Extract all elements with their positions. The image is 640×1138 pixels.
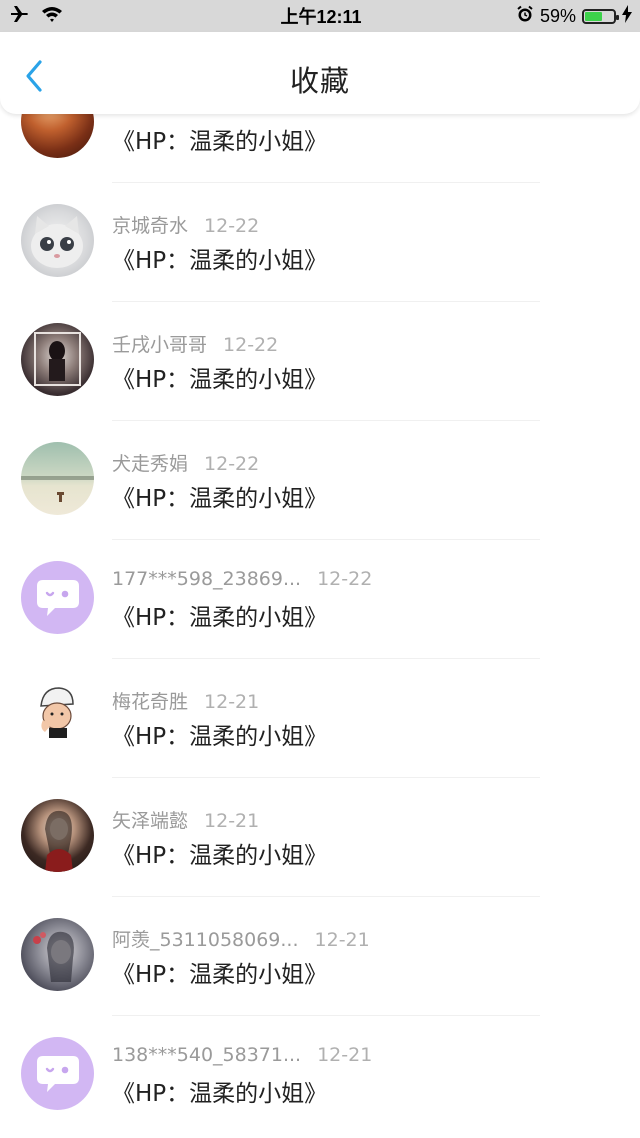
photo-image [34, 332, 81, 386]
landscape-image [21, 476, 94, 502]
item-username: 177***598_23869... [112, 568, 302, 590]
favorites-list: 《HP：温柔的小姐》 京城奇水 12-22 《HP：温柔的小姐》 壬戌小哥哥 1… [0, 64, 640, 1135]
item-meta: 阿羡_5311058069... 12-21 [112, 925, 370, 952]
charging-icon [621, 4, 632, 28]
list-item[interactable]: 阿羡_5311058069... 12-21 《HP：温柔的小姐》 [0, 897, 640, 1016]
avatar[interactable] [21, 799, 94, 872]
item-title: 《HP：温柔的小姐》 [112, 486, 328, 512]
nav-bar: 收藏 [0, 32, 640, 114]
item-meta: 犬走秀娟 12-22 [112, 449, 259, 476]
alarm-icon [516, 5, 534, 28]
item-username: 京城奇水 [112, 215, 189, 237]
airplane-icon [10, 5, 30, 28]
item-title: 《HP：温柔的小姐》 [112, 367, 328, 393]
item-date: 12-22 [204, 453, 260, 475]
item-username: 犬走秀娟 [112, 453, 189, 475]
status-bar: 上午12:11 59% [0, 0, 640, 32]
portrait-image [33, 931, 74, 982]
page-title: 收藏 [289, 64, 350, 98]
battery-icon [581, 8, 619, 24]
item-username: 梅花奇胜 [112, 691, 189, 713]
list-item[interactable]: 梅花奇胜 12-21 《HP：温柔的小姐》 [0, 659, 640, 778]
list-item[interactable]: 犬走秀娟 12-22 《HP：温柔的小姐》 [0, 421, 640, 540]
item-username: 138***540_58371... [112, 1044, 302, 1066]
item-title: 《HP：温柔的小姐》 [112, 129, 328, 155]
item-meta: 矢泽端懿 12-21 [112, 806, 259, 833]
avatar[interactable] [21, 204, 94, 277]
cartoon-image [40, 687, 74, 738]
list-item[interactable]: 京城奇水 12-22 《HP：温柔的小姐》 [0, 183, 640, 302]
cat-face-image [31, 216, 83, 268]
avatar[interactable] [21, 323, 94, 396]
chat-bubble-icon [36, 1055, 79, 1092]
item-username: 壬戌小哥哥 [112, 334, 208, 356]
status-time: 上午12:11 [280, 7, 362, 27]
list-item[interactable]: 壬戌小哥哥 12-22 《HP：温柔的小姐》 [0, 302, 640, 421]
item-username: 阿羡_5311058069... [112, 929, 299, 951]
chat-bubble-icon [36, 579, 79, 616]
item-date: 12-21 [204, 691, 260, 713]
item-title: 《HP：温柔的小姐》 [112, 724, 328, 750]
item-date: 12-22 [223, 334, 279, 356]
item-title: 《HP：温柔的小姐》 [112, 248, 328, 274]
item-meta: 177***598_23869... 12-22 [112, 568, 372, 590]
list-item[interactable]: 177***598_23869... 12-22 《HP：温柔的小姐》 [0, 540, 640, 659]
battery-percent: 59% [539, 5, 576, 26]
item-meta: 138***540_58371... 12-21 [112, 1044, 372, 1066]
avatar[interactable] [21, 442, 94, 515]
avatar[interactable] [21, 680, 94, 753]
item-date: 12-21 [317, 1044, 373, 1066]
battery-fill [584, 11, 602, 21]
item-title: 《HP：温柔的小姐》 [112, 843, 328, 869]
wifi-icon [40, 5, 64, 28]
item-date: 12-21 [204, 810, 260, 832]
item-title: 《HP：温柔的小姐》 [112, 962, 328, 988]
item-meta: 梅花奇胜 12-21 [112, 687, 259, 714]
portrait-image [45, 810, 73, 872]
item-date: 12-21 [314, 929, 370, 951]
avatar[interactable] [21, 561, 94, 634]
item-meta: 壬戌小哥哥 12-22 [112, 330, 278, 357]
list-item[interactable]: 138***540_58371... 12-21 《HP：温柔的小姐》 [0, 1016, 640, 1135]
item-date: 12-22 [204, 215, 260, 237]
status-right: 59% [482, 4, 640, 28]
avatar[interactable] [21, 918, 94, 991]
item-date: 12-22 [317, 568, 373, 590]
status-left [0, 5, 160, 28]
avatar[interactable] [21, 1037, 94, 1110]
item-title: 《HP：温柔的小姐》 [112, 1081, 328, 1107]
item-username: 矢泽端懿 [112, 810, 189, 832]
item-meta: 京城奇水 12-22 [112, 211, 259, 238]
list-item[interactable]: 矢泽端懿 12-21 《HP：温柔的小姐》 [0, 778, 640, 897]
item-title: 《HP：温柔的小姐》 [112, 605, 328, 631]
